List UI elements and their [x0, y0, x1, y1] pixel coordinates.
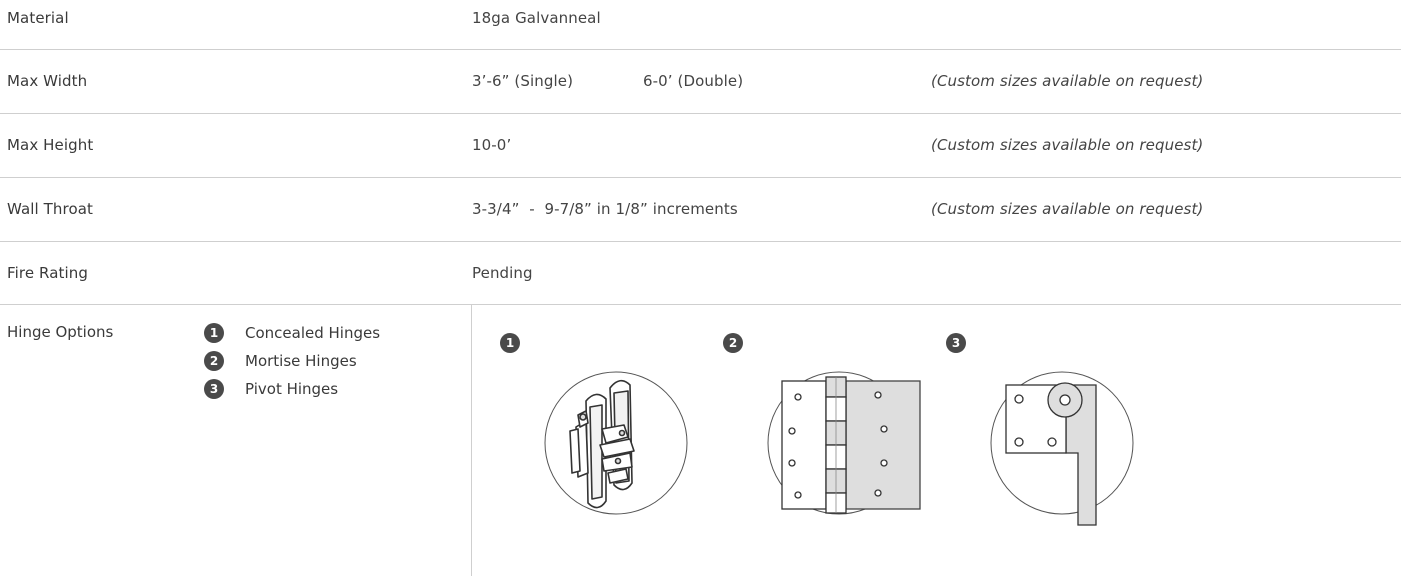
spec-row-material: Material 18ga Galvanneal	[0, 0, 1401, 50]
hinge-options-label: Hinge Options	[7, 323, 114, 341]
hinge-option-label: Mortise Hinges	[245, 352, 357, 370]
column-divider	[471, 305, 472, 576]
concealed-hinge-icon	[544, 371, 688, 515]
number-badge: 1	[500, 333, 520, 353]
spec-value: Pending	[472, 264, 533, 282]
pivot-hinge-icon	[990, 371, 1134, 526]
number-badge: 3	[204, 379, 224, 399]
spec-value: 10-0’	[472, 136, 512, 154]
spec-label: Max Height	[7, 136, 94, 154]
spec-label: Wall Throat	[7, 200, 94, 218]
spec-row-max-height: Max Height 10-0’ (Custom sizes available…	[0, 113, 1401, 177]
spec-row-max-width: Max Width 3’-6” (Single) 6-0’ (Double) (…	[0, 49, 1401, 113]
number-badge: 2	[204, 351, 224, 371]
hinge-figure-pivot: 3	[946, 333, 1146, 563]
spec-value-double: 6-0’ (Double)	[643, 72, 744, 90]
hinge-option-pivot: 3 Pivot Hinges	[204, 379, 380, 399]
number-badge: 1	[204, 323, 224, 343]
spec-label: Max Width	[7, 72, 88, 90]
spec-value-single: 3’-6” (Single)	[472, 72, 574, 90]
hinge-option-concealed: 1 Concealed Hinges	[204, 323, 380, 343]
hinge-figure-concealed: 1	[500, 333, 700, 563]
mortise-hinge-icon	[767, 371, 921, 515]
spec-value: 18ga Galvanneal	[472, 9, 601, 27]
spec-note: (Custom sizes available on request)	[931, 72, 1204, 90]
hinge-option-label: Pivot Hinges	[245, 380, 339, 398]
spec-value: 3-3/4” - 9-7/8” in 1/8” increments	[472, 200, 738, 218]
hinge-option-label: Concealed Hinges	[245, 324, 381, 342]
spec-row-fire-rating: Fire Rating Pending	[0, 241, 1401, 305]
number-badge: 2	[723, 333, 743, 353]
spec-note: (Custom sizes available on request)	[931, 200, 1204, 218]
spec-label: Fire Rating	[7, 264, 88, 282]
spec-note: (Custom sizes available on request)	[931, 136, 1204, 154]
number-badge: 3	[946, 333, 966, 353]
hinge-figure-mortise: 2	[723, 333, 923, 563]
hinge-option-mortise: 2 Mortise Hinges	[204, 351, 380, 371]
row-divider	[0, 304, 1401, 305]
spec-label: Material	[7, 9, 69, 27]
hinge-options-list: 1 Concealed Hinges 2 Mortise Hinges 3 Pi…	[204, 323, 380, 407]
spec-row-wall-throat: Wall Throat 3-3/4” - 9-7/8” in 1/8” incr…	[0, 177, 1401, 241]
